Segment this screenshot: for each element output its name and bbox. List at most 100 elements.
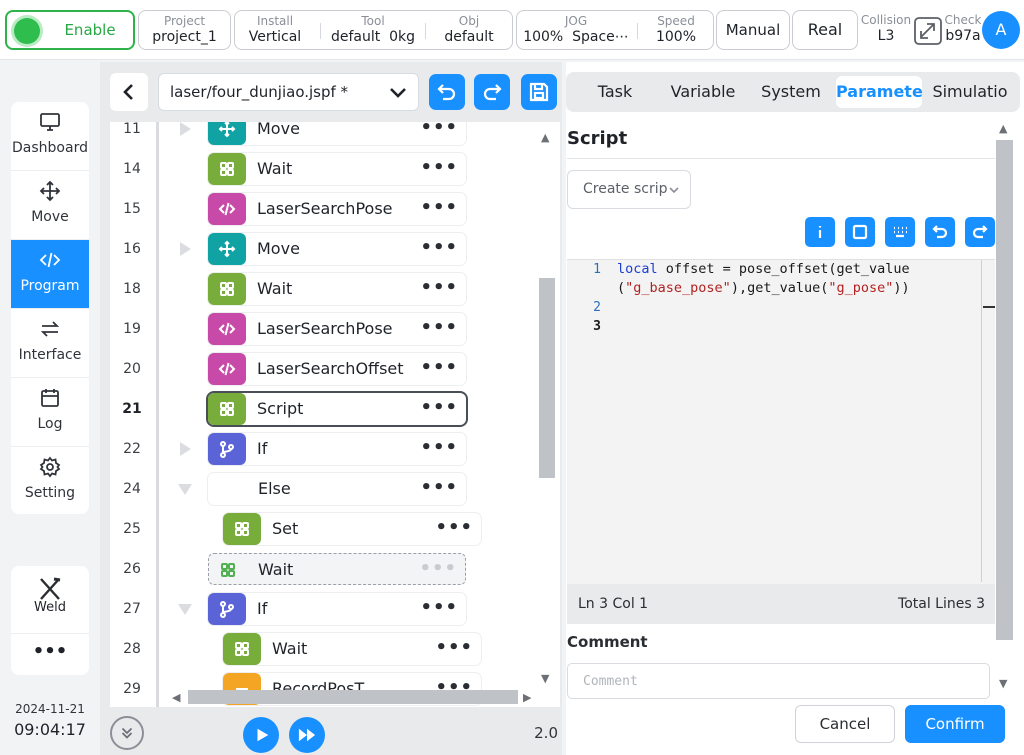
step-into-button[interactable] (110, 716, 144, 750)
expand-triangle-icon[interactable] (180, 242, 191, 256)
block-if[interactable]: If ••• (208, 593, 466, 625)
program-row[interactable]: 18 Wait ••• (110, 269, 535, 309)
collapse-triangle-icon[interactable] (178, 604, 192, 615)
avatar[interactable]: A (982, 11, 1020, 49)
more-button[interactable]: ••• (11, 634, 89, 674)
scroll-left-arrow[interactable]: ◀ (172, 691, 180, 704)
program-row[interactable]: 16 Move ••• (110, 229, 535, 269)
program-row[interactable]: 15 LaserSearchPose ••• (110, 189, 535, 229)
enable-button[interactable]: Enable (5, 10, 135, 50)
program-row[interactable]: 27 If ••• (110, 589, 535, 629)
tab-variable[interactable]: Variable (658, 76, 748, 108)
block-move[interactable]: Move ••• (208, 233, 466, 265)
save-button[interactable] (521, 74, 557, 110)
tool-selector[interactable]: Tool default 0kg (323, 11, 423, 49)
nav-item-interface[interactable]: Interface (11, 309, 89, 378)
block-script[interactable]: LaserSearchPose ••• (208, 313, 466, 345)
scroll-right-arrow[interactable]: ▶ (523, 691, 531, 704)
block-menu-icon[interactable]: ••• (420, 313, 458, 343)
block-menu-icon[interactable]: ••• (419, 554, 457, 584)
block-menu-icon[interactable]: ••• (420, 233, 458, 263)
program-row[interactable]: 28 Wait ••• (110, 629, 535, 669)
block-else[interactable]: Else ••• (208, 473, 466, 505)
real-mode-button[interactable]: Real (792, 10, 858, 50)
program-row[interactable]: 19 LaserSearchPose ••• (110, 309, 535, 349)
block-menu-icon[interactable]: ••• (420, 273, 458, 303)
nav-item-weld[interactable]: Weld (11, 566, 89, 634)
redo-button[interactable] (474, 74, 510, 110)
program-row[interactable]: 25 Set ••• (110, 509, 535, 549)
tab-parameter[interactable]: Paramete (836, 76, 922, 108)
program-row[interactable]: 14 Wait ••• (110, 149, 535, 189)
confirm-button[interactable]: Confirm (905, 705, 1005, 743)
project-selector[interactable]: Project project_1 (138, 10, 231, 50)
run-button[interactable] (243, 717, 279, 753)
script-editor[interactable]: 1 2 3 local offset = pose_offset(get_val… (567, 259, 995, 624)
collapse-triangle-icon[interactable] (178, 484, 192, 495)
block-wait[interactable]: Set ••• (223, 513, 481, 545)
nav-item-move[interactable]: Move (11, 171, 89, 240)
tab-system[interactable]: System (750, 76, 832, 108)
scroll-down-arrow[interactable]: ▼ (541, 672, 549, 685)
manual-mode-button[interactable]: Manual (716, 10, 790, 50)
cancel-button[interactable]: Cancel (795, 705, 895, 743)
nav-item-dashboard[interactable]: Dashboard (11, 102, 89, 171)
collision-indicator[interactable]: Collision L3 (860, 10, 912, 50)
program-file-select[interactable]: laser/four_dunjiao.jspf * (158, 73, 419, 111)
editor-redo-button[interactable] (965, 217, 995, 247)
block-menu-icon[interactable]: ••• (420, 193, 458, 223)
check-indicator[interactable]: Check b97a (944, 10, 982, 50)
block-menu-icon[interactable]: ••• (420, 153, 458, 183)
block-move[interactable]: Move ••• (208, 122, 466, 145)
block-menu-icon[interactable]: ••• (420, 593, 458, 623)
expand-triangle-icon[interactable] (180, 122, 191, 136)
program-row[interactable]: 24 Else ••• (110, 469, 535, 509)
back-button[interactable] (110, 73, 148, 111)
nav-item-program[interactable]: Program (11, 240, 89, 309)
block-script[interactable]: LaserSearchPose ••• (208, 193, 466, 225)
install-selector[interactable]: Install Vertical (235, 11, 315, 49)
info-button[interactable] (805, 217, 835, 247)
block-wait[interactable]: Wait ••• (208, 553, 466, 585)
block-wait[interactable]: Wait ••• (208, 153, 466, 185)
nav-item-log[interactable]: Log (11, 378, 89, 447)
program-row[interactable]: 21 Script ••• (110, 389, 535, 429)
block-wait[interactable]: Wait ••• (223, 633, 481, 665)
block-wait[interactable]: Wait ••• (208, 273, 466, 305)
block-wait[interactable]: Script ••• (208, 393, 466, 425)
program-row[interactable]: 26 Wait ••• (110, 549, 535, 589)
block-menu-icon[interactable]: ••• (435, 513, 473, 543)
expand-triangle-icon[interactable] (180, 442, 191, 456)
tab-task[interactable]: Task (574, 76, 656, 108)
block-menu-icon[interactable]: ••• (420, 433, 458, 463)
block-menu-icon[interactable]: ••• (420, 473, 458, 503)
block-menu-icon[interactable]: ••• (420, 353, 458, 383)
scroll-down-arrow[interactable]: ▼ (999, 677, 1007, 690)
comment-input[interactable] (567, 663, 990, 699)
jog-selector[interactable]: JOG 100% Space⋯ (517, 11, 635, 49)
block-menu-icon[interactable]: ••• (435, 633, 473, 663)
program-row[interactable]: 22 If ••• (110, 429, 535, 469)
speed-selector[interactable]: Speed 100% (639, 11, 713, 49)
scroll-up-arrow[interactable]: ▲ (541, 131, 549, 144)
block-script[interactable]: LaserSearchOffset ••• (208, 353, 466, 385)
step-run-button[interactable] (289, 717, 325, 753)
create-script-select[interactable]: Create scrip (567, 170, 691, 209)
panel-scrollbar-thumb[interactable] (996, 140, 1013, 640)
program-row[interactable]: 11 Move ••• (110, 122, 535, 149)
obj-selector[interactable]: Obj default (427, 11, 511, 49)
program-row[interactable]: 20 LaserSearchOffset ••• (110, 349, 535, 389)
block-if[interactable]: If ••• (208, 433, 466, 465)
program-tree-hscrollbar-thumb[interactable] (188, 690, 518, 704)
tab-simulation[interactable]: Simulatio (924, 76, 1016, 108)
expand-icon[interactable] (913, 16, 943, 46)
keyboard-button[interactable] (885, 217, 915, 247)
fullscreen-button[interactable] (845, 217, 875, 247)
undo-button[interactable] (429, 74, 465, 110)
scroll-up-arrow[interactable]: ▲ (999, 122, 1007, 135)
block-menu-icon[interactable]: ••• (420, 393, 458, 423)
program-tree-scrollbar-thumb[interactable] (539, 278, 555, 478)
editor-undo-button[interactable] (925, 217, 955, 247)
nav-item-setting[interactable]: Setting (11, 447, 89, 514)
block-menu-icon[interactable]: ••• (420, 122, 458, 143)
